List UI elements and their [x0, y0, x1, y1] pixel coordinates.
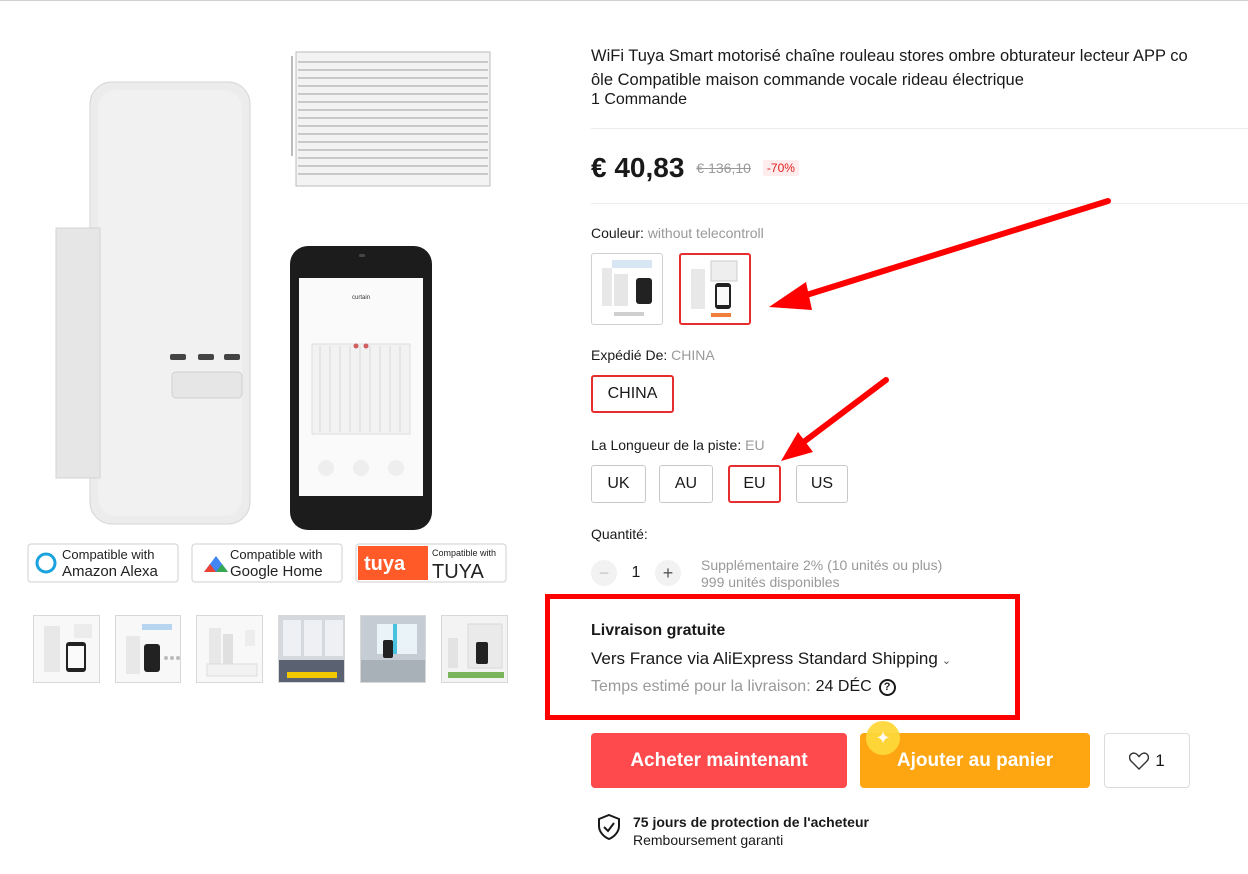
thumbnail-5[interactable]: [359, 615, 427, 683]
divider: [591, 203, 1248, 204]
color-option-image: [691, 260, 738, 317]
shipping-method-selector[interactable]: Vers France via AliExpress Standard Ship…: [591, 649, 951, 669]
google-badge-top: Compatible with: [230, 547, 323, 562]
thumbnail-image: [125, 624, 180, 674]
product-photo: curtain Compatible with Amazon Alexa Com…: [27, 51, 507, 583]
bulk-discount-note: Supplémentaire 2% (10 unités ou plus): [701, 557, 943, 573]
thumbnail-4[interactable]: [278, 615, 345, 683]
thumbnail-image: [279, 616, 344, 682]
track-length-label: La Longueur de la piste: EU: [591, 437, 765, 453]
product-title-line-1: WiFi Tuya Smart motorisé chaîne rouleau …: [591, 47, 1188, 65]
track-length-selected-value: EU: [745, 437, 765, 453]
delivery-estimate-label: Temps estimé pour la livraison:: [591, 678, 811, 695]
product-title-line-2: ôle Compatible maison commande vocale ri…: [591, 71, 1024, 89]
tuya-badge-top: Compatible with: [432, 548, 496, 558]
original-price: € 136,10: [696, 160, 751, 176]
quantity-value[interactable]: 1: [617, 564, 655, 582]
track-length-label-text: La Longueur de la piste:: [591, 437, 742, 453]
buyer-protection: 75 jours de protection de l'acheteur Rem…: [597, 814, 869, 848]
track-option-us[interactable]: US: [796, 465, 848, 503]
discount-badge: -70%: [762, 160, 799, 176]
product-title: WiFi Tuya Smart motorisé chaîne rouleau …: [591, 44, 1248, 92]
phone-illustration: curtain: [290, 246, 432, 530]
quantity-stepper: − 1 +: [591, 560, 681, 586]
price-row: € 40,83 € 136,10 -70%: [591, 152, 799, 184]
thumbnail-6[interactable]: [441, 615, 509, 683]
protection-subtitle: Remboursement garanti: [633, 832, 784, 848]
main-product-image[interactable]: curtain Compatible with Amazon Alexa Com…: [20, 28, 515, 593]
alexa-badge-top: Compatible with: [62, 547, 155, 562]
ship-from-label-text: Expédié De:: [591, 347, 668, 363]
alexa-badge-bottom: Amazon Alexa: [62, 563, 159, 580]
delivery-estimate: Temps estimé pour la livraison: 24 DÉC ?: [591, 678, 896, 696]
help-icon[interactable]: ?: [878, 678, 896, 696]
thumbnail-image: [442, 616, 508, 682]
color-option-image: [602, 260, 652, 316]
order-count: 1 Commande: [591, 91, 688, 108]
shipping-method-text: Vers France via AliExpress Standard Ship…: [591, 649, 938, 668]
thumbnail-image: [44, 624, 92, 672]
buy-now-button[interactable]: Acheter maintenant: [591, 733, 847, 788]
arrow-to-track-eu: [781, 377, 889, 461]
color-option-without-telecontroll[interactable]: [679, 253, 751, 325]
wishlist-button[interactable]: 1: [1104, 733, 1190, 788]
thumbnail-image: [360, 616, 426, 682]
motor-device: [55, 81, 251, 525]
current-price: € 40,83: [591, 152, 685, 183]
quantity-note: Supplémentaire 2% (10 unités ou plus) 99…: [701, 557, 942, 591]
delivery-date: 24 DÉC: [815, 678, 872, 695]
sparkle-icon: ✦: [866, 721, 900, 755]
tuya-logo-text: tuya: [364, 553, 406, 575]
shield-check-icon: [598, 814, 620, 840]
thumbnail-3[interactable]: [196, 615, 264, 683]
color-label-text: Couleur:: [591, 225, 644, 241]
arrow-to-color-option: [769, 198, 1111, 310]
color-label: Couleur: without telecontroll: [591, 225, 764, 241]
color-option-with-telecontroll[interactable]: [591, 253, 663, 325]
ship-from-label: Expédié De: CHINA: [591, 347, 715, 363]
blind-illustration: [291, 51, 491, 187]
top-divider: [0, 0, 1248, 1]
track-option-au[interactable]: AU: [659, 465, 713, 503]
google-badge-bottom: Google Home: [230, 563, 323, 580]
quantity-label: Quantité:: [591, 526, 648, 542]
tuya-badge: tuya Compatible with TUYA: [355, 543, 507, 583]
thumbnail-row: [33, 615, 509, 685]
alexa-badge: Compatible with Amazon Alexa: [27, 543, 179, 583]
divider: [591, 128, 1248, 129]
quantity-decrease-button[interactable]: −: [591, 560, 617, 586]
tuya-badge-bottom: TUYA: [432, 561, 485, 583]
thumbnail-1[interactable]: [33, 615, 100, 683]
track-option-uk[interactable]: UK: [591, 465, 646, 503]
chevron-down-icon: ⌄: [941, 655, 952, 667]
quantity-increase-button[interactable]: +: [655, 560, 681, 586]
stock-available-note: 999 unités disponibles: [701, 574, 840, 590]
thumbnail-2[interactable]: [114, 615, 182, 683]
ship-from-selected-value: CHINA: [671, 347, 715, 363]
wishlist-count: 1: [1155, 750, 1165, 770]
ship-from-option-china[interactable]: CHINA: [591, 375, 674, 413]
track-option-eu[interactable]: EU: [728, 465, 781, 503]
color-selected-value: without telecontroll: [647, 225, 764, 241]
google-home-badge: Compatible with Google Home: [191, 543, 343, 583]
free-shipping-title: Livraison gratuite: [591, 622, 726, 639]
thumbnail-image: [206, 628, 258, 677]
heart-icon: [1129, 751, 1150, 770]
protection-title: 75 jours de protection de l'acheteur: [633, 814, 869, 830]
phone-screen-title: curtain: [352, 295, 370, 301]
